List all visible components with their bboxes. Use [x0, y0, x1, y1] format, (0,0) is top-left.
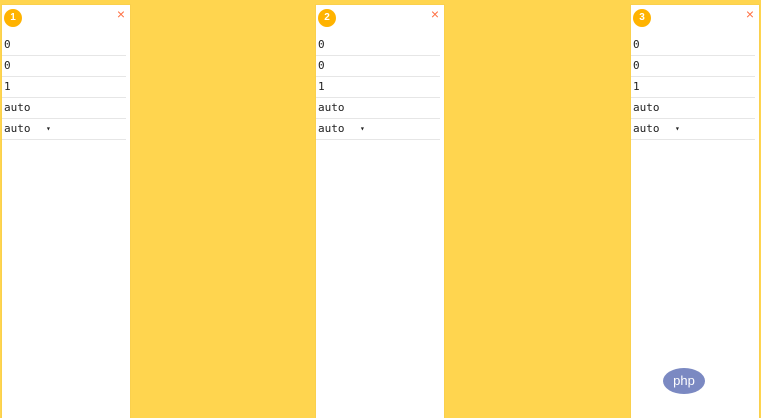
property-value-row[interactable]: 1 [631, 77, 755, 98]
close-icon[interactable]: × [114, 7, 128, 21]
property-select[interactable]: auto ▾ [631, 119, 755, 140]
watermark: php 中文网 [663, 368, 753, 394]
property-value-row[interactable]: auto [2, 98, 126, 119]
property-list: 0 0 1 auto auto ▾ [631, 35, 759, 140]
panel-header: 2 × [316, 5, 444, 31]
select-value: auto [633, 122, 660, 135]
property-select[interactable]: auto ▾ [316, 119, 440, 140]
php-logo: php [663, 368, 705, 394]
property-list: 0 0 1 auto auto ▾ [316, 35, 444, 140]
chevron-down-icon: ▾ [46, 124, 51, 133]
select-value: auto [318, 122, 345, 135]
property-value-row[interactable]: auto [316, 98, 440, 119]
panel-number-badge: 3 [633, 9, 651, 27]
property-value-row[interactable]: 1 [2, 77, 126, 98]
chevron-down-icon: ▾ [675, 124, 680, 133]
select-value: auto [4, 122, 31, 135]
property-value-row[interactable]: 0 [2, 35, 126, 56]
property-select[interactable]: auto ▾ [2, 119, 126, 140]
panel-2: 2 × 0 0 1 auto auto ▾ [316, 5, 444, 418]
panel-header: 1 × [2, 5, 130, 31]
close-icon[interactable]: × [428, 7, 442, 21]
close-icon[interactable]: × [743, 7, 757, 21]
property-value-row[interactable]: auto [631, 98, 755, 119]
panel-number-badge: 1 [4, 9, 22, 27]
property-value-row[interactable]: 1 [316, 77, 440, 98]
panel-1: 1 × 0 0 1 auto auto ▾ [2, 5, 130, 418]
watermark-text: 中文网 [711, 373, 753, 389]
property-value-row[interactable]: 0 [316, 35, 440, 56]
stage: 1 × 0 0 1 auto auto ▾ 2 × 0 0 1 auto aut… [0, 0, 761, 418]
panel-3: 3 × 0 0 1 auto auto ▾ [631, 5, 759, 418]
property-value-row[interactable]: 0 [2, 56, 126, 77]
property-value-row[interactable]: 0 [631, 56, 755, 77]
panel-header: 3 × [631, 5, 759, 31]
panel-number-badge: 2 [318, 9, 336, 27]
property-value-row[interactable]: 0 [316, 56, 440, 77]
property-value-row[interactable]: 0 [631, 35, 755, 56]
chevron-down-icon: ▾ [360, 124, 365, 133]
property-list: 0 0 1 auto auto ▾ [2, 35, 130, 140]
